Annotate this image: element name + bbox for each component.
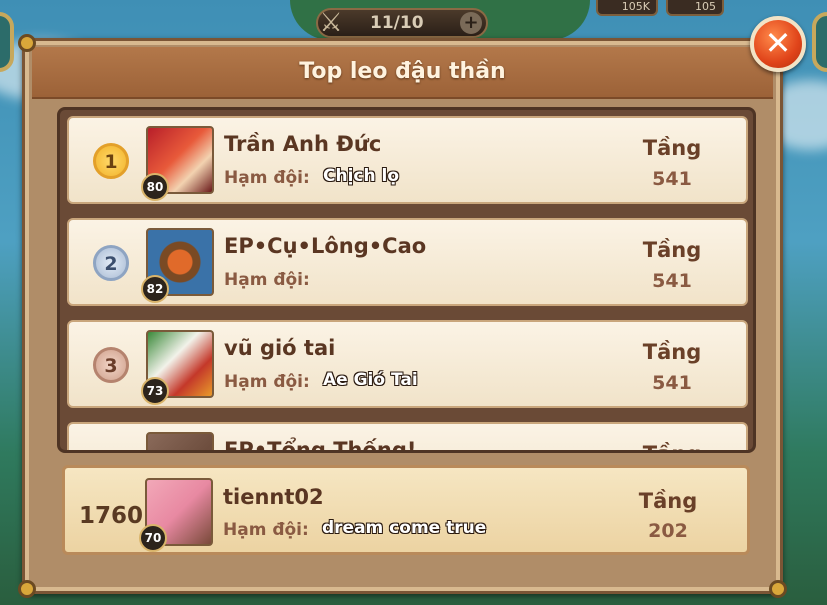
side-menu-ring-left[interactable] — [0, 12, 14, 72]
panel-header: Top leo đậu thần — [32, 47, 773, 99]
rank-gold-badge: 1 — [93, 143, 129, 179]
player-name: Trần Anh Đức — [224, 132, 382, 156]
crossed-swords-icon: ⚔ — [319, 8, 343, 38]
energy-counter: ⚔ 11/10 + — [316, 8, 488, 38]
floor-label: Tầng — [617, 442, 727, 450]
team-label: Hạm đội: — [223, 520, 309, 540]
close-button[interactable]: ✕ — [750, 16, 806, 72]
level-badge: 80 — [141, 173, 169, 201]
team-label: Hạm đội: — [224, 168, 310, 188]
ranking-row[interactable]: 3 73 vũ gió tai Hạm đội: Ae Gió Tai Tầng… — [67, 320, 748, 408]
my-rank: 1760 — [79, 503, 144, 529]
player-name: EP•Tổng Thống! — [224, 438, 417, 453]
floor-label: Tầng — [642, 136, 702, 160]
corner-ornament — [18, 34, 36, 52]
rank-silver-badge: 2 — [93, 245, 129, 281]
avatar — [146, 432, 214, 450]
floor-label: Tầng — [642, 238, 702, 262]
ranking-row[interactable]: 2 82 EP•Cụ•Lông•Cao Hạm đội: Tầng 541 — [67, 218, 748, 306]
level-badge: 73 — [141, 377, 169, 405]
ranking-list[interactable]: 1 80 Trần Anh Đức Hạm đội: Chịch lọ Tầng… — [57, 107, 756, 453]
floor-value: 541 — [652, 270, 692, 292]
player-name: EP•Cụ•Lông•Cao — [224, 234, 427, 258]
team-label: Hạm đội: — [224, 372, 310, 392]
side-menu-ring-right[interactable] — [812, 12, 827, 72]
ranking-row[interactable]: 1 80 Trần Anh Đức Hạm đội: Chịch lọ Tầng… — [67, 116, 748, 204]
player-name: vũ gió tai — [224, 336, 336, 360]
corner-ornament — [18, 580, 36, 598]
resource-counter-right: 105 — [666, 0, 724, 16]
resource-counter-left: 105K — [596, 0, 658, 16]
level-badge: 82 — [141, 275, 169, 303]
floor-value: 202 — [648, 520, 688, 542]
level-badge: 70 — [139, 524, 167, 552]
game-screen: { "hud": { "energy": "11/10", "res_left"… — [0, 0, 827, 605]
team-name: Chịch lọ — [323, 166, 400, 186]
floor-label: Tầng — [642, 340, 702, 364]
floor-value: 541 — [652, 168, 692, 190]
panel-title: Top leo đậu thần — [299, 59, 506, 84]
team-name: Ae Gió Tai — [323, 370, 418, 390]
team-name: dream come true — [322, 518, 487, 538]
ranking-row[interactable]: EP•Tổng Thống! Tầng — [67, 422, 748, 453]
my-ranking-row: 1760 70 tiennt02 Hạm đội: dream come tru… — [62, 465, 750, 555]
floor-label: Tầng — [638, 489, 698, 513]
rank-bronze-badge: 3 — [93, 347, 129, 383]
player-name: tiennt02 — [223, 485, 324, 509]
add-energy-button[interactable]: + — [460, 12, 482, 34]
close-icon: ✕ — [764, 24, 792, 62]
corner-ornament — [769, 580, 787, 598]
energy-value: 11/10 — [370, 13, 424, 33]
team-label: Hạm đội: — [224, 270, 310, 290]
floor-value: 541 — [652, 372, 692, 394]
